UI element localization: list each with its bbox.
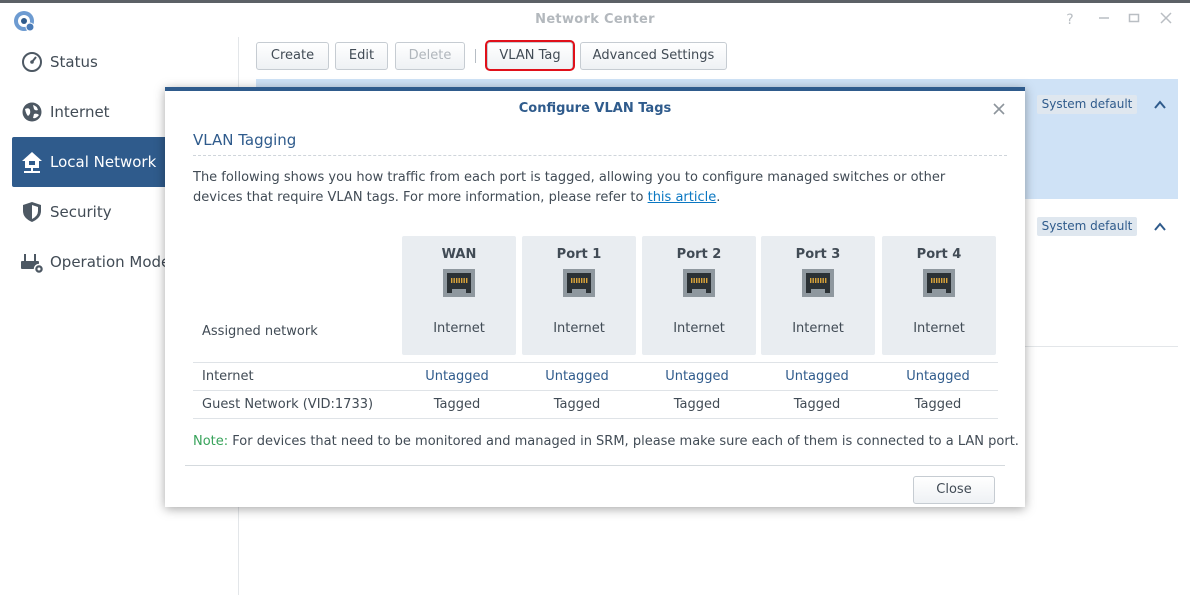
description-text: The following shows you how traffic from…: [193, 170, 946, 205]
title-bar: Network Center ?: [0, 3, 1190, 37]
vlan-tag-highlight: [485, 40, 575, 71]
sidebar-item-label: Status: [50, 53, 98, 71]
status-badge: System default: [1037, 217, 1137, 236]
dialog-title: Configure VLAN Tags: [518, 101, 672, 116]
table-divider: [193, 418, 998, 419]
description: The following shows you how traffic from…: [193, 168, 993, 208]
delete-button[interactable]: Delete: [395, 42, 465, 70]
row-network-name: Guest Network (VID:1733): [202, 397, 374, 412]
port-name: Port 3: [795, 247, 841, 262]
edit-button[interactable]: Edit: [335, 42, 388, 70]
tag-value: Untagged: [425, 369, 489, 384]
ethernet-port-icon: [443, 269, 475, 297]
port-card-port-2: Port 2 Internet: [642, 236, 756, 355]
tag-value: Tagged: [793, 397, 841, 412]
port-network: Internet: [673, 321, 725, 336]
footer-divider: [185, 465, 1005, 466]
tag-value: Tagged: [673, 397, 721, 412]
close-icon[interactable]: [1156, 10, 1176, 30]
chevron-up-icon[interactable]: [1152, 97, 1168, 113]
section-title: VLAN Tagging: [193, 131, 297, 149]
globe-icon: [20, 100, 44, 124]
port-name: Port 1: [556, 247, 602, 262]
port-card-port-3: Port 3 Internet: [761, 236, 875, 355]
ethernet-port-icon: [683, 269, 715, 297]
chevron-up-icon[interactable]: [1152, 219, 1168, 235]
sidebar-item-label: Internet: [50, 103, 110, 121]
port-name: Port 2: [676, 247, 722, 262]
status-badge: System default: [1037, 95, 1137, 114]
port-network: Internet: [433, 321, 485, 336]
minimize-icon[interactable]: [1094, 10, 1114, 30]
help-icon[interactable]: ?: [1060, 10, 1080, 30]
port-name: Port 4: [916, 247, 962, 262]
note: Note: For devices that need to be monito…: [193, 434, 1019, 449]
window-title: Network Center: [535, 12, 655, 27]
tag-value: Untagged: [906, 369, 970, 384]
port-card-wan: WAN Internet: [402, 236, 516, 355]
home-network-icon: [20, 150, 44, 174]
port-card-port-1: Port 1 Internet: [522, 236, 636, 355]
table-divider: [193, 390, 998, 391]
sidebar-item-label: Operation Modes: [50, 253, 179, 271]
tag-value: Tagged: [433, 397, 481, 412]
note-text: For devices that need to be monitored an…: [228, 434, 1019, 449]
tag-value: Untagged: [665, 369, 729, 384]
port-network: Internet: [792, 321, 844, 336]
section-divider: [193, 155, 1007, 156]
ethernet-port-icon: [923, 269, 955, 297]
note-label: Note:: [193, 434, 229, 449]
maximize-icon[interactable]: [1124, 10, 1144, 30]
router-gear-icon: [20, 250, 44, 274]
sidebar-item-label: Security: [50, 203, 112, 221]
port-network: Internet: [913, 321, 965, 336]
tag-value: Untagged: [545, 369, 609, 384]
description-end: .: [716, 190, 721, 205]
shield-icon: [20, 200, 44, 224]
advanced-settings-button[interactable]: Advanced Settings: [580, 42, 727, 70]
tag-value: Untagged: [785, 369, 849, 384]
sidebar-item-status[interactable]: Status: [12, 37, 239, 87]
table-divider: [193, 362, 998, 363]
create-button[interactable]: Create: [256, 42, 329, 70]
close-icon[interactable]: [991, 101, 1007, 117]
sidebar-item-label: Local Network: [50, 153, 157, 171]
toolbar-separator: [475, 49, 476, 63]
gauge-icon: [20, 50, 44, 74]
port-card-port-4: Port 4 Internet: [882, 236, 996, 355]
port-network: Internet: [553, 321, 605, 336]
configure-vlan-dialog: Configure VLAN Tags VLAN Tagging The fol…: [165, 87, 1025, 507]
ethernet-port-icon: [802, 269, 834, 297]
port-name: WAN: [441, 247, 477, 262]
row-network-name: Internet: [202, 369, 254, 384]
assigned-network-label: Assigned network: [202, 324, 318, 339]
close-button[interactable]: Close: [913, 476, 995, 504]
tag-value: Tagged: [553, 397, 601, 412]
ethernet-port-icon: [563, 269, 595, 297]
this-article-link[interactable]: this article: [648, 190, 717, 205]
tag-value: Tagged: [914, 397, 962, 412]
